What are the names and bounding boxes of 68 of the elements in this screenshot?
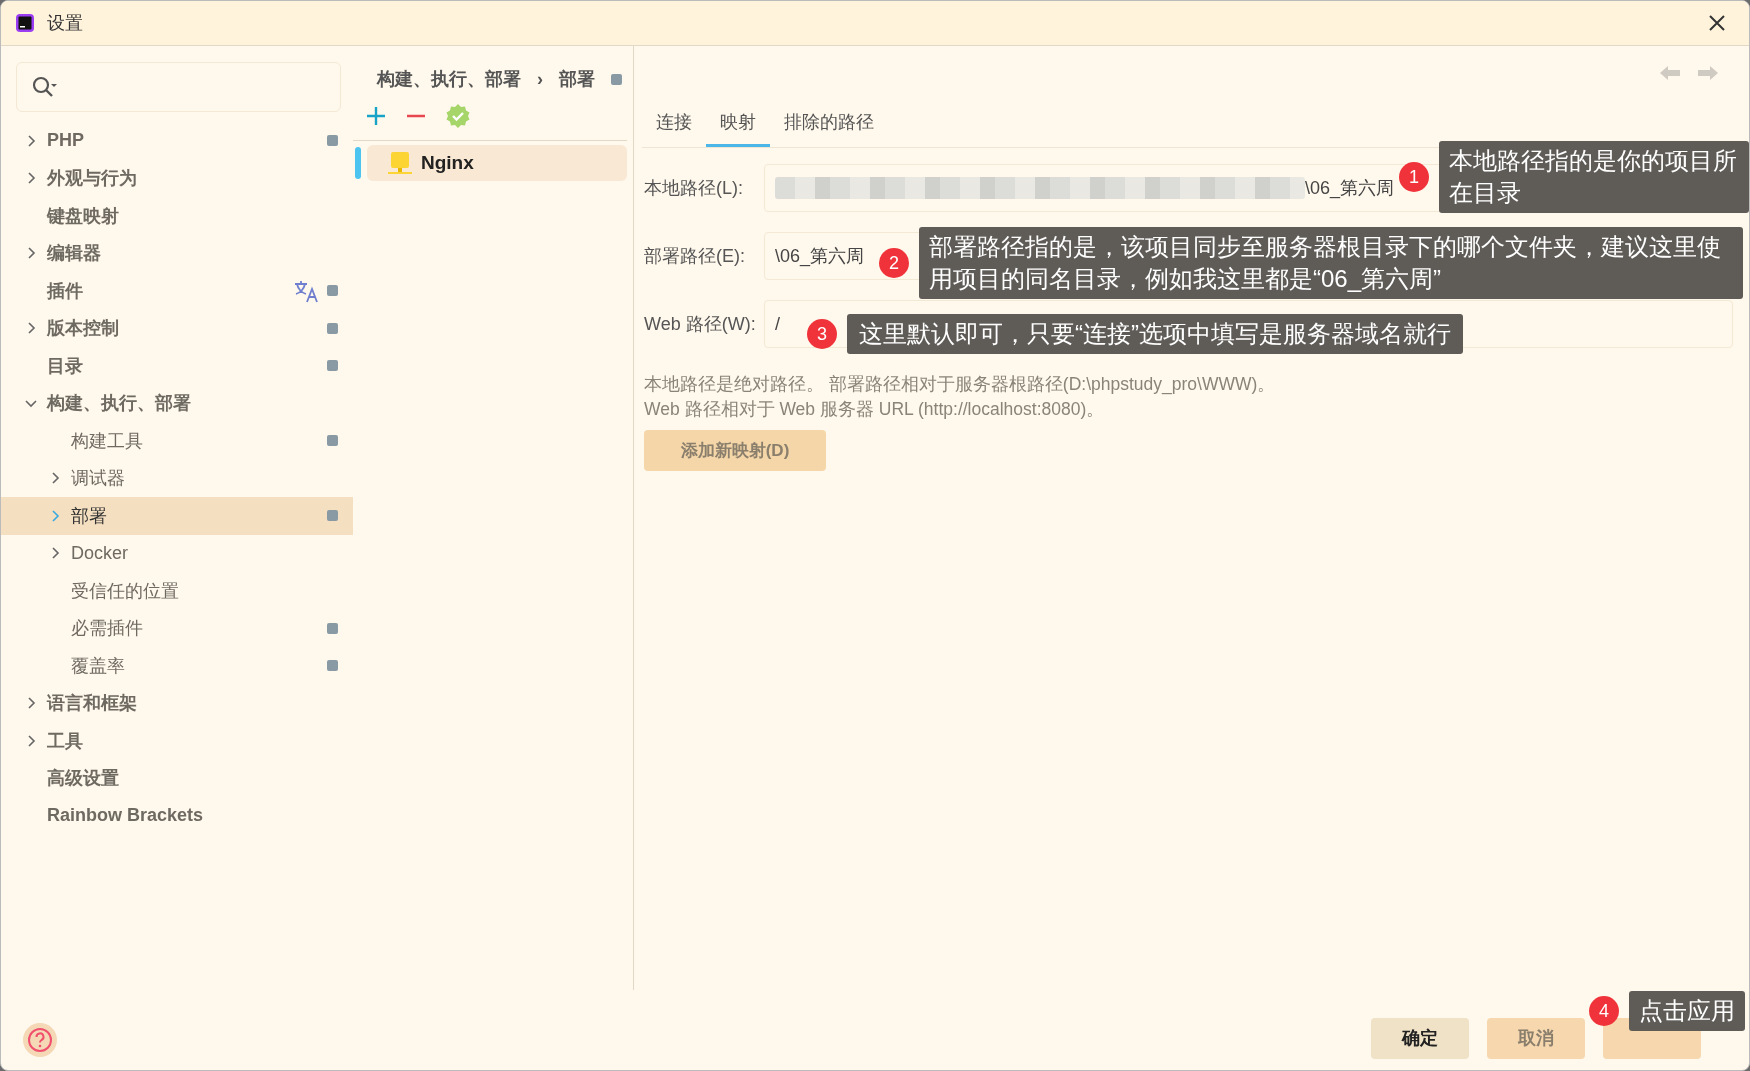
tree-item[interactable]: 编辑器 [1, 234, 353, 272]
breadcrumb-separator: › [537, 68, 543, 90]
search-field[interactable] [16, 62, 341, 112]
check-badge-icon[interactable] [445, 103, 471, 129]
ok-button[interactable]: 确定 [1371, 1017, 1469, 1059]
profile-badge-icon [327, 135, 338, 147]
search-icon [31, 75, 59, 99]
annotation-tooltip: 点击应用 [1629, 991, 1745, 1031]
chevron-right-icon[interactable] [25, 697, 37, 710]
close-icon[interactable] [1707, 13, 1727, 33]
app-logo-icon [15, 13, 35, 33]
profile-badge-icon [327, 322, 338, 334]
tree-item[interactable]: Docker [1, 534, 353, 572]
profile-badge-icon [327, 360, 338, 372]
window-title: 设置 [47, 12, 83, 35]
tree-item[interactable]: 外观与行为 [1, 159, 353, 197]
chevron-right-icon[interactable] [49, 547, 61, 560]
selection-bar [355, 147, 361, 179]
tree-item[interactable]: 键盘映射 [1, 197, 353, 235]
annotation-tooltip: 本地路径指的是你的项目所在目录 [1439, 141, 1749, 213]
translate-icon [293, 278, 319, 303]
field-label: 部署路径(E): [643, 245, 746, 268]
breadcrumb-item[interactable]: 构建、执行、部署 [377, 67, 521, 91]
profile-badge-icon [327, 285, 338, 297]
chevron-right-icon[interactable] [25, 134, 37, 147]
chevron-down-icon[interactable] [25, 397, 37, 410]
tree-item[interactable]: 必需插件 [1, 609, 353, 647]
add-icon[interactable] [365, 105, 387, 127]
tree-item[interactable]: Rainbow Brackets [1, 797, 353, 835]
profile-badge-icon [327, 622, 338, 634]
tree-item[interactable]: 插件 [1, 272, 353, 310]
annotation-tooltip: 部署路径指的是，该项目同步至服务器根目录下的哪个文件夹，建议这里使用项目的同名目录，例如我这里都是“06_第六周” [919, 227, 1743, 299]
breadcrumb-item[interactable]: 部署 [559, 67, 595, 91]
field-label: 本地路径(L): [643, 177, 744, 200]
cancel-button[interactable]: 取消 [1487, 1017, 1585, 1059]
server-item[interactable]: Nginx [367, 145, 627, 181]
tree-item[interactable]: PHP [1, 122, 353, 160]
chevron-right-icon[interactable] [25, 247, 37, 260]
tree-item[interactable]: 构建工具 [1, 422, 353, 460]
profile-badge-icon [327, 510, 338, 522]
tree-item[interactable]: 构建、执行、部署 [1, 384, 353, 422]
chevron-right-icon[interactable] [25, 734, 37, 747]
add-mapping-button[interactable]: 添加新映射(D) [644, 430, 826, 471]
help-icon[interactable] [23, 1023, 57, 1057]
tab[interactable]: 映射 [706, 102, 770, 147]
profile-badge-icon [327, 435, 338, 447]
tree-item[interactable]: 调试器 [1, 459, 353, 497]
tree-item[interactable]: 部署 [1, 497, 353, 535]
server-icon [387, 150, 413, 176]
field-label: Web 路径(W): [643, 313, 757, 336]
chevron-right-icon[interactable] [49, 472, 61, 485]
tree-item[interactable]: 工具 [1, 722, 353, 760]
annotation-tooltip: 这里默认即可，只要“连接”选项中填写是服务器域名就行 [847, 314, 1463, 354]
tab[interactable]: 排除的路径 [770, 102, 888, 147]
tree-item[interactable]: 高级设置 [1, 759, 353, 797]
profile-badge-icon [611, 73, 622, 85]
tree-item[interactable]: 语言和框架 [1, 684, 353, 722]
tree-item[interactable]: 版本控制 [1, 309, 353, 347]
tree-item[interactable]: 目录 [1, 347, 353, 385]
number-badge: 4 [1589, 996, 1619, 1026]
tab[interactable]: 连接 [642, 102, 706, 147]
tree-item[interactable]: 覆盖率 [1, 647, 353, 685]
chevron-right-icon[interactable] [25, 322, 37, 335]
help-text: 本地路径是绝对路径。 部署路径相对于服务器根路径(D:\phpstudy_pro\WWW)。 [644, 373, 1277, 397]
chevron-right-icon[interactable] [25, 172, 37, 185]
help-text: Web 路径相对于 Web 服务器 URL (http://localhost:8080)。 [644, 398, 1106, 421]
profile-badge-icon [327, 660, 338, 672]
tree-item[interactable]: 受信任的位置 [1, 572, 353, 610]
